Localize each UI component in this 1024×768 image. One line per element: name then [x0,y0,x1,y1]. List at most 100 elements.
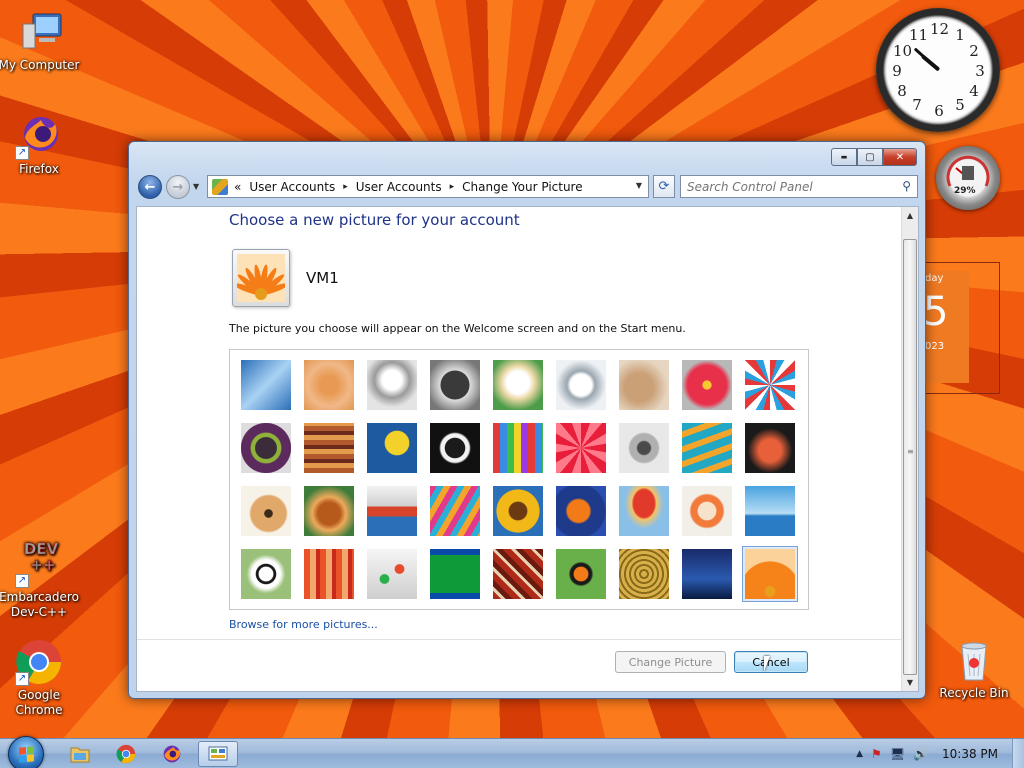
breadcrumb-user-accounts-2[interactable]: User Accounts [356,180,442,194]
picture-tile-origami-crane[interactable] [745,423,795,473]
picture-tile-stairs[interactable] [682,423,732,473]
grip-icon: ≡ [907,447,914,456]
show-desktop-button[interactable] [1012,739,1024,768]
picture-tile-butterfly[interactable] [556,549,606,599]
address-dropdown-icon[interactable]: ▼ [636,181,642,190]
clock-number: 3 [975,62,985,80]
picture-tile-starfish[interactable] [304,360,354,410]
calendar-page: day 5 023 [923,271,969,383]
clock-gadget[interactable]: 12 1 2 3 4 5 6 7 8 9 10 11 [876,8,1000,132]
scroll-thumb[interactable]: ≡ [903,239,917,675]
scroll-up-icon[interactable]: ▲ [902,207,918,224]
picture-tile-kitten[interactable] [619,360,669,410]
taskbar-chrome[interactable] [106,741,146,767]
refresh-button[interactable]: ⟳ [653,175,675,198]
navigation-bar: ← → ▼ « User Accounts ▸ User Accounts ▸ … [137,174,918,200]
clock-number: 12 [930,20,950,38]
taskbar-change-your-picture[interactable] [198,741,238,767]
picture-tile-puppy[interactable] [304,486,354,536]
volume-icon[interactable]: 🔊 [913,747,928,761]
picture-tile-fabric[interactable] [304,423,354,473]
desktop-icon-firefox[interactable]: ↗ Firefox [0,112,81,177]
picture-tile-roller-coaster[interactable] [241,360,291,410]
gauge-icon [946,155,990,187]
picture-tile-turntable[interactable] [430,360,480,410]
desktop-icon-label: Google Chrome [15,688,63,717]
close-icon: ✕ [895,151,905,163]
breadcrumb-separator-icon[interactable]: ▸ [450,182,455,192]
change-picture-window: ▬ ▢ ✕ ← → ▼ « User Accounts ▸ User Accou… [128,141,926,699]
picture-tile-lighthouse[interactable] [682,549,732,599]
folder-icon [70,747,90,763]
desktop-icon-recycle-bin[interactable]: Recycle Bin [932,636,1016,701]
search-box[interactable]: ⚲ [680,175,918,198]
search-icon[interactable]: ⚲ [902,179,911,193]
clock-number: 10 [893,42,913,60]
picture-tile-sailboat[interactable] [745,486,795,536]
minimize-button[interactable]: ▬ [831,148,857,166]
clock-time[interactable]: 10:38 PM [942,747,998,761]
content-pane: Choose a new picture for your account VM… [136,206,919,692]
breadcrumb-change-your-picture[interactable]: Change Your Picture [462,180,582,194]
maximize-button[interactable]: ▢ [857,148,883,166]
breadcrumb-user-accounts-1[interactable]: User Accounts [249,180,335,194]
control-panel-icon [208,746,228,761]
picture-tile-robot-dog[interactable] [367,360,417,410]
picture-tile-soccer-ball[interactable] [241,549,291,599]
action-center-icon[interactable]: ⚑ [871,747,882,761]
firefox-icon [163,745,181,763]
scroll-down-icon[interactable]: ▼ [902,674,918,691]
picture-tile-guitar[interactable] [241,486,291,536]
current-account-picture [232,249,290,307]
start-button[interactable] [8,736,44,768]
picture-tile-star-lantern[interactable] [556,423,606,473]
close-button[interactable]: ✕ [883,148,917,166]
show-hidden-icons-icon[interactable]: ▲ [856,749,863,759]
picture-tile-lucky-cat[interactable] [493,360,543,410]
picture-tile-hot-air-balloon[interactable] [619,486,669,536]
picture-tile-gyroscope[interactable] [556,360,606,410]
desktop-icon-label: Embarcadero Dev-C++ [0,590,79,619]
picture-tile-cloth[interactable] [304,549,354,599]
chrome-icon: ↗ [15,638,63,686]
picture-tile-window[interactable] [430,549,480,599]
taskbar-explorer[interactable] [60,741,100,767]
picture-tile-flower[interactable] [682,360,732,410]
recent-pages-dropdown[interactable]: ▼ [193,182,199,191]
picture-tile-marbles[interactable] [367,549,417,599]
search-input[interactable] [687,179,887,194]
address-bar[interactable]: « User Accounts ▸ User Accounts ▸ Change… [207,175,649,198]
picture-tile-scarves[interactable] [430,486,480,536]
picture-tile-orange-flower[interactable] [742,546,798,602]
minimize-icon: ▬ [840,153,848,161]
taskbar-firefox[interactable] [152,741,192,767]
picture-tile-pinwheel[interactable] [745,360,795,410]
vertical-scrollbar[interactable]: ▲ ≡ ▼ [901,207,918,691]
forward-button[interactable]: → [166,175,190,199]
desktop-icon-my-computer[interactable]: My Computer [0,8,81,73]
back-button[interactable]: ← [138,175,162,199]
picture-tile-fish[interactable] [556,486,606,536]
picture-tile-crayons[interactable] [493,423,543,473]
computer-icon [15,8,63,56]
desktop-icon-devcpp[interactable]: DEV ++ ↗ Embarcadero Dev-C++ [0,540,81,620]
control-panel-icon [212,178,228,195]
desktop-icon-chrome[interactable]: ↗ Google Chrome [0,638,81,718]
picture-tile-sunflower[interactable] [493,486,543,536]
picture-tile-jacks[interactable] [619,423,669,473]
cancel-button[interactable]: Cancel [734,651,808,673]
breadcrumb-overflow[interactable]: « [234,180,241,194]
picture-tile-leaf[interactable] [367,423,417,473]
cpu-meter-gadget[interactable]: 29% [936,146,1000,210]
picture-tile-ball[interactable] [241,423,291,473]
picture-tile-dog[interactable] [430,423,480,473]
picture-tile-textile[interactable] [493,549,543,599]
calendar-gadget[interactable]: day 5 023 [922,262,1000,394]
network-icon[interactable]: 🖥 [890,747,905,761]
picture-tile-spiral[interactable] [619,549,669,599]
picture-tile-toy-robot[interactable] [367,486,417,536]
change-picture-button[interactable]: Change Picture [615,651,726,673]
picture-tile-doll[interactable] [682,486,732,536]
browse-more-pictures-link[interactable]: Browse for more pictures... [229,618,378,631]
breadcrumb-separator-icon[interactable]: ▸ [343,182,348,192]
